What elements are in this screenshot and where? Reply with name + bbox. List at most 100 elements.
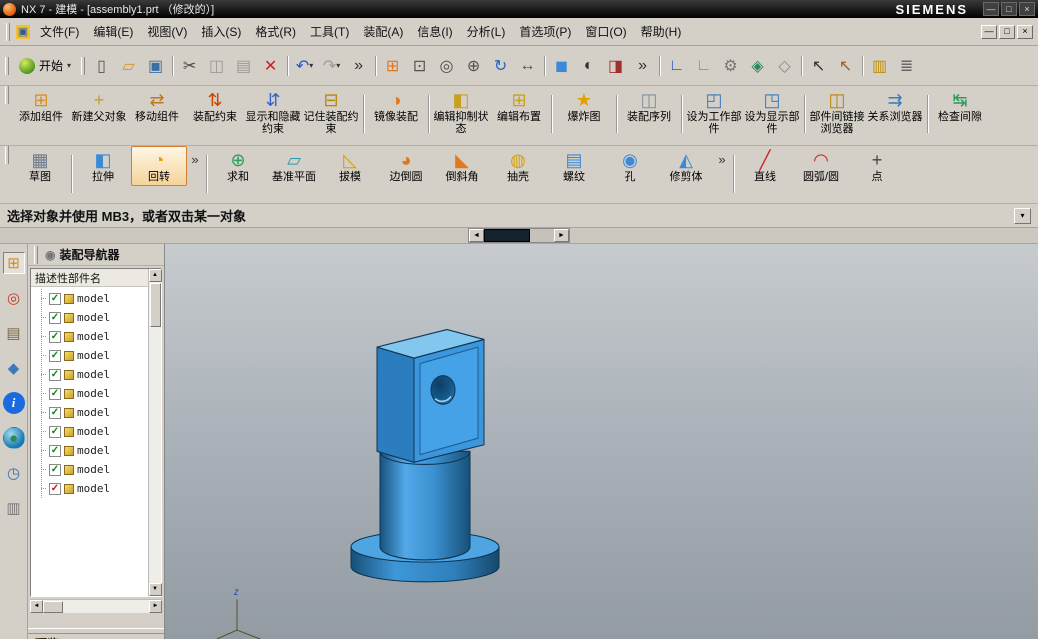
feature-tool-button[interactable]: » <box>714 146 730 174</box>
feature-tool-button[interactable]: ◉ 孔 <box>602 146 658 186</box>
assembly-tool-button[interactable]: ⇄ 移动组件 <box>128 86 186 126</box>
delete-button[interactable]: ✕ <box>257 52 284 79</box>
reuse-library-tab[interactable]: ◆ <box>3 357 25 379</box>
scroll-up-button[interactable]: ▲ <box>148 269 162 282</box>
assembly-tool-button[interactable]: ⊟ 记住装配约束 <box>302 86 360 138</box>
column-header[interactable]: 描述性部件名 <box>31 269 148 287</box>
standard-overflow-button[interactable]: » <box>345 52 372 79</box>
assembly-tool-button[interactable]: ⇵ 显示和隐藏约束 <box>244 86 302 138</box>
info-window-button[interactable]: ≣ <box>893 52 920 79</box>
component-checkbox[interactable]: ✓ <box>49 425 61 438</box>
toolbar-grip[interactable] <box>5 146 9 164</box>
component-checkbox[interactable]: ✓ <box>49 463 61 476</box>
assembly-tool-button[interactable]: ⇅ 装配约束 <box>186 86 244 126</box>
cut-button[interactable]: ✂ <box>176 52 203 79</box>
component-checkbox[interactable]: ✓ <box>49 482 61 495</box>
feature-tool-button[interactable]: ▱ 基准平面 <box>266 146 322 186</box>
face-analysis-button[interactable]: ◨ <box>602 52 629 79</box>
component-row[interactable]: ✓ model <box>42 308 148 327</box>
feature-tool-button[interactable]: ╱ 直线 <box>737 146 793 186</box>
assembly-tool-button[interactable]: ◫ 装配序列 <box>620 86 678 126</box>
scrollbar-thumb[interactable] <box>149 283 161 327</box>
feature-tool-button[interactable]: ▤ 螺纹 <box>546 146 602 186</box>
copy-button[interactable]: ◫ <box>203 52 230 79</box>
scrollbar-thumb[interactable] <box>484 229 530 242</box>
feature-tool-button[interactable]: ◧ 拉伸 <box>75 146 131 186</box>
feature-tool-button[interactable]: » <box>187 146 203 174</box>
assembly-tool-button[interactable]: ⊞ 编辑布置 <box>490 86 548 126</box>
assembly-tool-button[interactable]: ◑ 镜像装配 <box>367 86 425 126</box>
component-checkbox[interactable]: ✓ <box>49 330 61 343</box>
preferences-gear-button[interactable]: ⚙ <box>717 52 744 79</box>
datum-csys-button[interactable]: ∟ <box>690 52 717 79</box>
component-row[interactable]: ✓ model <box>42 441 148 460</box>
scrollbar-track[interactable] <box>530 229 554 242</box>
constraint-navigator-tab[interactable]: ◎ <box>3 287 25 309</box>
toolbar-separator[interactable] <box>656 52 663 79</box>
prompt-options-button[interactable]: ▾ <box>1014 207 1031 224</box>
snap-options-button[interactable]: ◇ <box>771 52 798 79</box>
child-close-button[interactable]: × <box>1017 24 1033 39</box>
component-checkbox[interactable]: ✓ <box>49 444 61 457</box>
scrollbar-thumb[interactable] <box>43 600 63 613</box>
child-minimize-button[interactable]: — <box>981 24 997 39</box>
menu-item[interactable]: 信息(I) <box>410 19 459 44</box>
hd3d-tools-tab[interactable]: i <box>2 392 25 414</box>
child-restore-button[interactable]: □ <box>999 24 1015 39</box>
toolbar-grip[interactable] <box>5 56 9 75</box>
selection-arrow-button[interactable]: ↖ <box>805 52 832 79</box>
paste-button[interactable]: ▤ <box>230 52 257 79</box>
zoom-window-button[interactable]: ⊡ <box>406 52 433 79</box>
toolbar-separator[interactable] <box>372 52 379 79</box>
snap-point-button[interactable]: ↖ <box>832 52 859 79</box>
toolbar-separator[interactable] <box>859 52 866 79</box>
tree-vertical-scrollbar[interactable]: ▲ ▼ <box>148 269 162 596</box>
menu-item[interactable]: 视图(V) <box>140 19 194 44</box>
web-browser-tab[interactable]: ● <box>2 427 25 449</box>
toolbar-grip[interactable] <box>6 22 10 41</box>
scroll-right-button[interactable]: ► <box>149 600 162 613</box>
feature-tool-button[interactable]: ◍ 抽壳 <box>490 146 546 186</box>
menu-item[interactable]: 帮助(H) <box>634 19 689 44</box>
menu-item[interactable]: 编辑(E) <box>86 19 140 44</box>
scroll-left-button[interactable]: ◄ <box>469 229 484 242</box>
history-tab[interactable]: ◷ <box>3 462 25 484</box>
component-row[interactable]: ✓ model <box>42 384 148 403</box>
component-checkbox[interactable]: ✓ <box>49 387 61 400</box>
save-button[interactable]: ▣ <box>142 52 169 79</box>
toolbar-separator[interactable] <box>169 52 176 79</box>
rulers-button[interactable]: ▥ <box>866 52 893 79</box>
zoom-in-out-button[interactable]: ⊕ <box>460 52 487 79</box>
assembly-navigator-tab[interactable]: ⊞ <box>2 252 25 274</box>
orient-csys-button[interactable]: ∟ <box>663 52 690 79</box>
component-checkbox[interactable]: ✓ <box>49 406 61 419</box>
assembly-tool-button[interactable]: ⊞ 添加组件 <box>12 86 70 126</box>
feature-tool-button[interactable]: ◠ 圆弧/圆 <box>793 146 849 186</box>
roles-tab[interactable]: ▥ <box>3 497 25 519</box>
component-checkbox[interactable]: ✓ <box>49 311 61 324</box>
menu-item[interactable]: 窗口(O) <box>578 19 633 44</box>
component-checkbox[interactable]: ✓ <box>49 349 61 362</box>
component-row[interactable]: ✓ model <box>42 403 148 422</box>
menu-item[interactable]: 文件(F) <box>33 19 86 44</box>
component-row[interactable]: ✓ model <box>42 365 148 384</box>
feature-tool-button[interactable]: ◭ 修剪体 <box>658 146 714 186</box>
assembly-tool-button[interactable] <box>924 86 931 158</box>
measure-button[interactable]: ◈ <box>744 52 771 79</box>
assembly-tool-button[interactable]: ◫ 部件间链接浏览器 <box>808 86 866 138</box>
component-row[interactable]: ✓ model <box>42 479 148 498</box>
open-folder-button[interactable]: ▱ <box>115 52 142 79</box>
menu-item[interactable]: 格式(R) <box>248 19 303 44</box>
fit-view-button[interactable]: ⊞ <box>379 52 406 79</box>
feature-tool-button[interactable]: ◔ 回转 <box>131 146 187 186</box>
assembly-tool-button[interactable]: ◰ 设为工作部件 <box>685 86 743 138</box>
tree-horizontal-scrollbar[interactable]: ◄ ► <box>30 599 162 613</box>
component-row[interactable]: ✓ model <box>42 327 148 346</box>
panel-grip[interactable] <box>34 245 38 264</box>
menu-item[interactable]: 装配(A) <box>356 19 410 44</box>
assembly-tool-button[interactable]: ↹ 检查间隙 <box>931 86 989 126</box>
component-row[interactable]: ✓ model <box>42 422 148 441</box>
assembly-tool-button[interactable]: ◳ 设为显示部件 <box>743 86 801 138</box>
feature-tool-button[interactable]: ▦ 草图 <box>12 146 68 186</box>
rotate-view-button[interactable]: ↻ <box>487 52 514 79</box>
